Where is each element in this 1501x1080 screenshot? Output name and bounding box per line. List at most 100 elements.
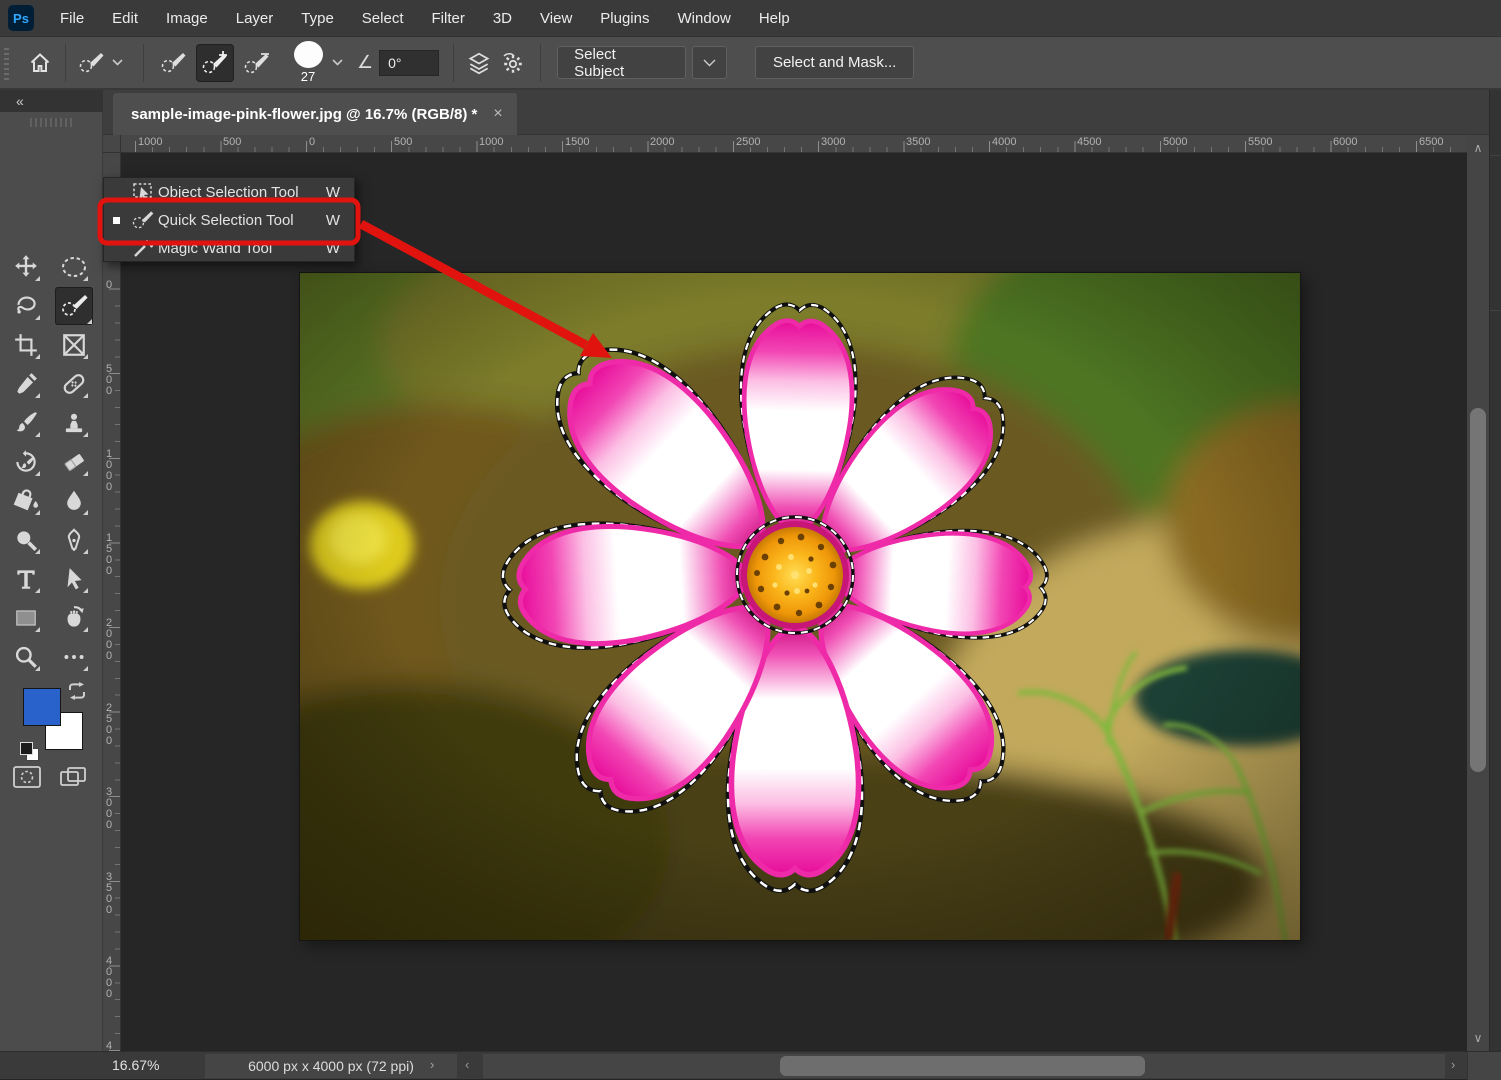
tool-quick-selection[interactable]: [55, 287, 93, 325]
menu-item-magic-wand-tool[interactable]: Magic Wand Tool W: [104, 234, 354, 262]
brush-size-picker[interactable]: 27: [288, 41, 328, 84]
toolbar-grip[interactable]: [30, 118, 74, 127]
menu-item-quick-selection-tool[interactable]: Quick Selection Tool W: [104, 206, 354, 234]
tool-elliptical-marquee[interactable]: [59, 252, 89, 282]
object-selection-icon: [128, 182, 158, 202]
tool-frame[interactable]: [59, 330, 89, 360]
brush-picker-chevron-icon[interactable]: [332, 59, 343, 66]
scroll-left-icon[interactable]: ‹: [465, 1057, 469, 1072]
photoshop-window: Ps File Edit Image Layer Type Select Fil…: [0, 0, 1501, 1079]
scroll-up-icon: ∧: [1467, 141, 1489, 155]
toolbar: [0, 112, 103, 1051]
tool-move[interactable]: [11, 252, 41, 282]
document-canvas[interactable]: [300, 273, 1300, 940]
document-info: 6000 px x 4000 px (72 ppi): [205, 1054, 457, 1078]
tool-spot-healing-brush[interactable]: [59, 369, 89, 399]
document-tab-bar: sample-image-pink-flower.jpg @ 16.7% (RG…: [103, 90, 1501, 135]
home-button[interactable]: [23, 44, 57, 82]
status-expand-icon[interactable]: ›: [430, 1057, 434, 1072]
tool-preset-chevron-icon[interactable]: [112, 59, 123, 66]
active-tool-indicator: [104, 217, 128, 224]
screen-mode-button[interactable]: [58, 764, 88, 790]
menu-filter[interactable]: Filter: [418, 0, 479, 36]
horizontal-scrollbar[interactable]: [483, 1054, 1445, 1078]
scroll-right-icon[interactable]: ›: [1451, 1057, 1455, 1072]
vertical-scrollbar[interactable]: ∧ ∨: [1467, 135, 1489, 1051]
default-colors-foreground-mini[interactable]: [20, 742, 33, 755]
tool-brush[interactable]: [11, 408, 41, 438]
menu-type[interactable]: Type: [287, 0, 348, 36]
status-corner: [1467, 1052, 1501, 1080]
tool-zoom[interactable]: [11, 642, 41, 672]
horizontal-scroll-thumb[interactable]: [780, 1056, 1145, 1076]
select-subject-button[interactable]: Select Subject: [557, 46, 686, 79]
ruler-corner: [103, 135, 121, 153]
tool-blur[interactable]: [59, 486, 89, 516]
vertical-scroll-thumb[interactable]: [1470, 408, 1486, 772]
menu-plugins[interactable]: Plugins: [586, 0, 663, 36]
menu-file[interactable]: File: [46, 0, 98, 36]
zoom-level-field[interactable]: 16.67%: [112, 1057, 159, 1073]
tool-pen[interactable]: [59, 525, 89, 555]
options-grip: [4, 46, 9, 80]
select-subject-chevron-button[interactable]: [692, 46, 727, 79]
quick-mask-button[interactable]: [12, 764, 42, 790]
tool-rectangle[interactable]: [11, 603, 41, 633]
subtract-from-selection-icon: [242, 50, 272, 76]
tool-lasso[interactable]: [11, 291, 41, 321]
status-bar: 16.67% 6000 px x 4000 px (72 ppi) › ‹ ›: [0, 1051, 1501, 1079]
tool-rotate-view[interactable]: [59, 603, 89, 633]
brush-settings-gear-icon: [501, 51, 525, 75]
tool-dodge[interactable]: [11, 525, 41, 555]
quick-selection-icon: [128, 210, 158, 230]
tab-close-icon[interactable]: ×: [493, 105, 502, 123]
add-to-selection-icon: [200, 50, 230, 76]
menu-layer[interactable]: Layer: [222, 0, 288, 36]
toolbar-collapse-bar[interactable]: «: [0, 90, 103, 112]
tool-eraser[interactable]: [59, 447, 89, 477]
tool-preset[interactable]: [74, 44, 108, 82]
tool-clone-stamp[interactable]: [59, 408, 89, 438]
tool-path-selection[interactable]: [59, 564, 89, 594]
home-icon: [28, 51, 52, 75]
brush-angle-input[interactable]: [379, 50, 439, 76]
chevron-down-icon: [703, 59, 716, 67]
vertical-ruler: 0 500 1000 1500 2000 2500 3000 3500 4000…: [103, 153, 121, 1051]
subtract-from-selection-mode-button[interactable]: [238, 44, 276, 82]
brush-size-value: 27: [301, 69, 315, 84]
menu-window[interactable]: Window: [663, 0, 744, 36]
sample-all-layers-toggle[interactable]: [462, 44, 496, 82]
document-tab[interactable]: sample-image-pink-flower.jpg @ 16.7% (RG…: [113, 93, 517, 135]
canvas-pasteboard[interactable]: [121, 153, 1467, 1051]
document-tab-title: sample-image-pink-flower.jpg @ 16.7% (RG…: [131, 106, 477, 123]
menu-image[interactable]: Image: [152, 0, 222, 36]
scroll-down-icon: ∨: [1467, 1031, 1489, 1045]
swap-colors-icon[interactable]: [66, 682, 88, 702]
quick-selection-icon: [77, 51, 105, 75]
brush-settings-button[interactable]: [496, 44, 530, 82]
new-selection-mode-button[interactable]: [154, 44, 192, 82]
menu-select[interactable]: Select: [348, 0, 418, 36]
new-selection-icon: [159, 51, 187, 75]
sample-all-layers-icon: [466, 50, 492, 76]
menu-help[interactable]: Help: [745, 0, 804, 36]
tool-edit-toolbar[interactable]: [59, 642, 89, 672]
tool-crop[interactable]: [11, 330, 41, 360]
photoshop-logo-icon: Ps: [8, 5, 34, 31]
right-panel-edge: [1489, 90, 1501, 1051]
foreground-color-swatch[interactable]: [23, 688, 61, 726]
horizontal-ruler: 1000 500 0 500 1000 1500 2000 2500 3000 …: [121, 135, 1467, 153]
tool-paint-bucket[interactable]: [11, 486, 41, 516]
tool-type[interactable]: [11, 564, 41, 594]
menu-3d[interactable]: 3D: [479, 0, 526, 36]
menu-edit[interactable]: Edit: [98, 0, 152, 36]
select-and-mask-button[interactable]: Select and Mask...: [755, 46, 914, 79]
brush-preview-circle: [294, 41, 323, 68]
tool-eyedropper[interactable]: [11, 369, 41, 399]
tool-history-brush[interactable]: [11, 447, 41, 477]
selection-tools-flyout-menu: Object Selection Tool W Quick Selection …: [103, 177, 355, 262]
add-to-selection-mode-button[interactable]: [196, 44, 234, 82]
menu-view[interactable]: View: [526, 0, 586, 36]
menu-item-object-selection-tool[interactable]: Object Selection Tool W: [104, 178, 354, 206]
magic-wand-icon: [128, 238, 158, 258]
